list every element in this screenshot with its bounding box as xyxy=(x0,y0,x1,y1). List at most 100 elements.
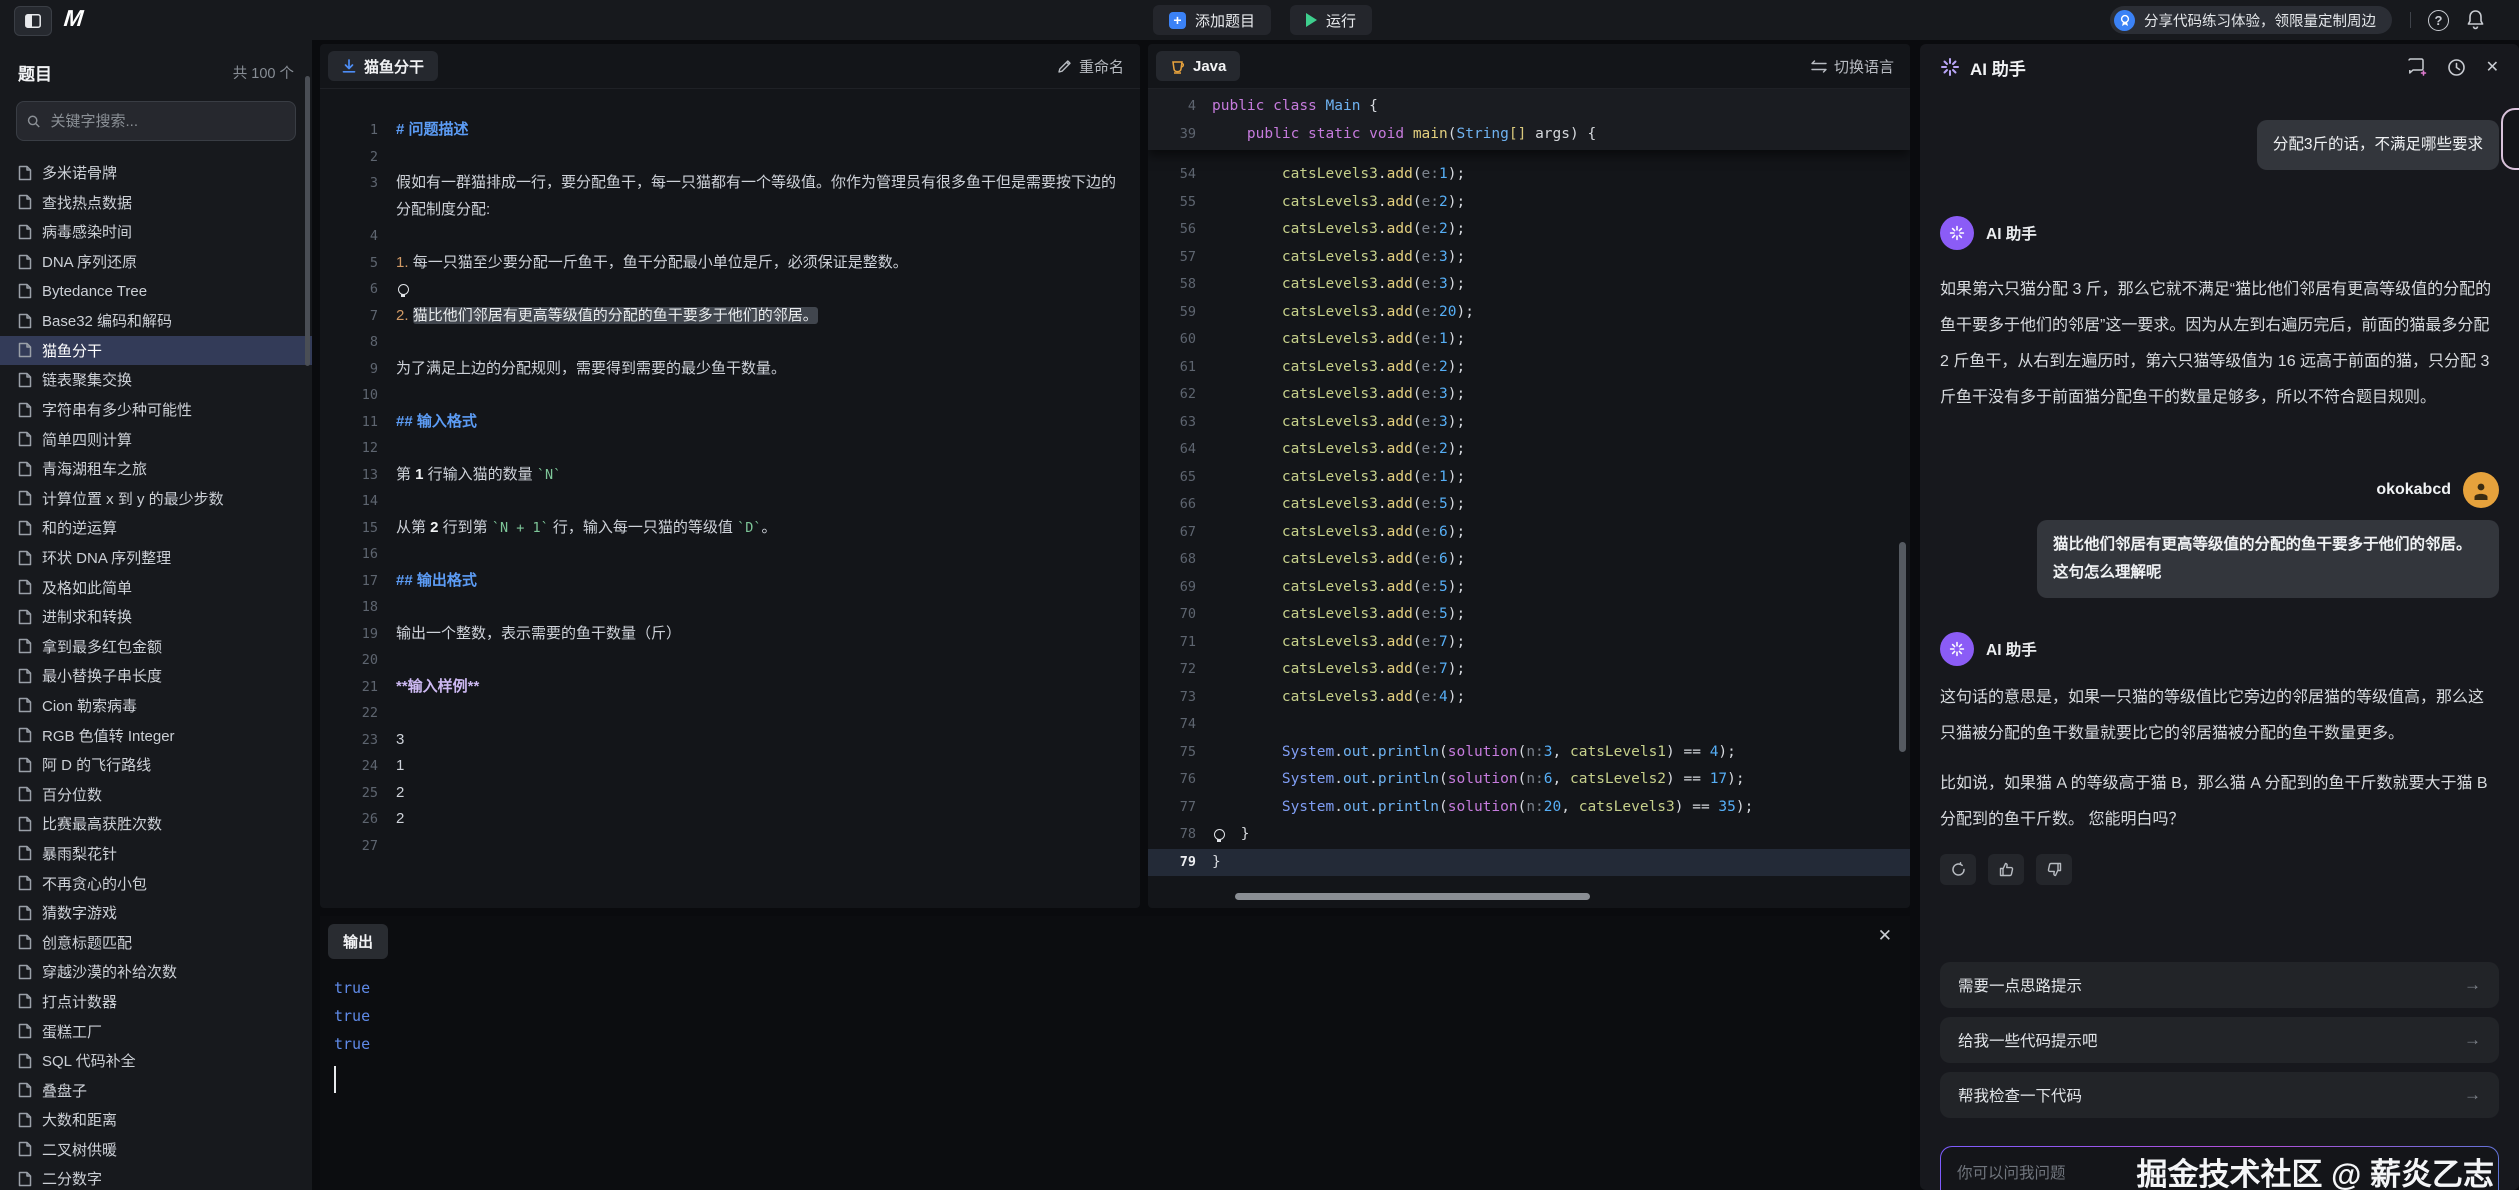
markdown-line[interactable]: 27 xyxy=(320,833,1140,860)
app-logo[interactable]: M xyxy=(63,5,84,32)
code-line[interactable]: 60 catsLevels3.add(e:1); xyxy=(1148,326,1910,354)
code-line[interactable]: 59 catsLevels3.add(e:20); xyxy=(1148,299,1910,327)
code-line[interactable]: 64 catsLevels3.add(e:2); xyxy=(1148,436,1910,464)
problem-tab[interactable]: 猫鱼分干 xyxy=(328,51,438,81)
thumbs-up-button[interactable] xyxy=(1988,854,2024,885)
markdown-line[interactable]: 12 xyxy=(320,435,1140,462)
markdown-line[interactable]: 17 ## 输出格式 xyxy=(320,568,1140,595)
search-box[interactable] xyxy=(16,101,296,141)
code-line[interactable]: 63 catsLevels3.add(e:3); xyxy=(1148,409,1910,437)
code-line[interactable]: 73 catsLevels3.add(e:4); xyxy=(1148,684,1910,712)
problem-list-item[interactable]: 不再贪心的小包 xyxy=(0,868,312,898)
markdown-line[interactable]: 24 1 xyxy=(320,753,1140,780)
markdown-line[interactable]: 26 2 xyxy=(320,806,1140,833)
editor-vertical-scrollbar[interactable] xyxy=(1899,542,1906,752)
markdown-line[interactable]: 13 第 1 行输入猫的数量 `N` xyxy=(320,462,1140,489)
sidebar-scrollbar[interactable] xyxy=(305,76,310,366)
suggestion-chip[interactable]: 需要一点思路提示 → xyxy=(1940,962,2499,1008)
output-tab[interactable]: 输出 xyxy=(328,924,388,959)
problem-list-item[interactable]: 及格如此简单 xyxy=(0,572,312,602)
markdown-line[interactable]: 23 3 xyxy=(320,727,1140,754)
problem-list-item[interactable]: 叠盘子 xyxy=(0,1075,312,1105)
code-line[interactable]: 71 catsLevels3.add(e:7); xyxy=(1148,629,1910,657)
markdown-line[interactable]: 7 2. 猫比他们邻居有更高等级值的分配的鱼干要多于他们的邻居。 xyxy=(320,303,1140,330)
run-button[interactable]: 运行 xyxy=(1290,5,1372,35)
code-line[interactable]: 61 catsLevels3.add(e:2); xyxy=(1148,354,1910,382)
code-line[interactable]: 79 } xyxy=(1148,849,1910,877)
problem-list-item[interactable]: 环状 DNA 序列整理 xyxy=(0,543,312,573)
code-line[interactable]: 78 } xyxy=(1148,821,1910,849)
code-line[interactable]: 58 catsLevels3.add(e:3); xyxy=(1148,271,1910,299)
edge-floating-widget[interactable] xyxy=(2501,108,2519,170)
problem-list-item[interactable]: 拿到最多红包金额 xyxy=(0,632,312,662)
problem-list-item[interactable]: 病毒感染时间 xyxy=(0,217,312,247)
problem-list-item[interactable]: 最小替换子串长度 xyxy=(0,661,312,691)
markdown-line[interactable]: 3 假如有一群猫排成一行，要分配鱼干，每一只猫都有一个等级值。你作为管理员有很多… xyxy=(320,170,1140,223)
code-line[interactable]: 65 catsLevels3.add(e:1); xyxy=(1148,464,1910,492)
markdown-line[interactable]: 4 xyxy=(320,223,1140,250)
rename-button[interactable]: 重命名 xyxy=(1057,56,1124,77)
problem-list-item[interactable]: 百分位数 xyxy=(0,779,312,809)
code-line[interactable]: 74 xyxy=(1148,711,1910,739)
new-chat-icon[interactable] xyxy=(2407,58,2427,76)
markdown-line[interactable]: 18 xyxy=(320,594,1140,621)
problem-list-item[interactable]: 蛋糕工厂 xyxy=(0,1016,312,1046)
problem-list-item[interactable]: 青海湖租车之旅 xyxy=(0,454,312,484)
switch-language-button[interactable]: 切换语言 xyxy=(1811,56,1894,77)
problem-list-item[interactable]: Base32 编码和解码 xyxy=(0,306,312,336)
suggestion-chip[interactable]: 帮我检查一下代码 → xyxy=(1940,1072,2499,1118)
problem-list-item[interactable]: 打点计数器 xyxy=(0,987,312,1017)
problem-list-item[interactable]: 多米诺骨牌 xyxy=(0,158,312,188)
ai-input-box[interactable]: 你可以问我问题 掘金技术社区 @ 薪炎乙志 xyxy=(1940,1146,2499,1190)
code-line[interactable]: 54 catsLevels3.add(e:1); xyxy=(1148,161,1910,189)
markdown-line[interactable]: 20 xyxy=(320,647,1140,674)
markdown-line[interactable]: 22 xyxy=(320,700,1140,727)
problem-list-item[interactable]: DNA 序列还原 xyxy=(0,247,312,277)
problem-list-item[interactable]: 猫鱼分干 xyxy=(0,336,312,366)
code-line[interactable]: 57 catsLevels3.add(e:3); xyxy=(1148,244,1910,272)
code-line[interactable]: 68 catsLevels3.add(e:6); xyxy=(1148,546,1910,574)
markdown-line[interactable]: 10 xyxy=(320,382,1140,409)
code-line[interactable]: 72 catsLevels3.add(e:7); xyxy=(1148,656,1910,684)
problem-list-item[interactable]: 创意标题匹配 xyxy=(0,927,312,957)
code-editor[interactable]: 4 public class Main { 39 public static v… xyxy=(1148,89,1910,908)
problem-list-item[interactable]: 简单四则计算 xyxy=(0,424,312,454)
thumbs-down-button[interactable] xyxy=(2036,854,2072,885)
problem-list-item[interactable]: 二叉树供暖 xyxy=(0,1135,312,1165)
problem-list-item[interactable]: 暴雨梨花针 xyxy=(0,839,312,869)
add-problem-button[interactable]: + 添加题目 xyxy=(1153,5,1271,35)
output-close-icon[interactable]: ✕ xyxy=(1878,926,1892,946)
markdown-line[interactable]: 15 从第 2 行到第 `N + 1` 行，输入每一只猫的等级值 `D`。 xyxy=(320,515,1140,542)
problem-list-item[interactable]: 查找热点数据 xyxy=(0,188,312,218)
problem-list-item[interactable]: 字符串有多少种可能性 xyxy=(0,395,312,425)
markdown-line[interactable]: 6 xyxy=(320,276,1140,303)
markdown-line[interactable]: 19 输出一个整数，表示需要的鱼干数量（斤） xyxy=(320,621,1140,648)
editor-horizontal-scrollbar[interactable] xyxy=(1235,893,1590,900)
help-icon[interactable]: ? xyxy=(2428,10,2449,31)
problem-list-item[interactable]: 二分数字 xyxy=(0,1164,312,1190)
sticky-code-line[interactable]: 39 public static void main(String[] args… xyxy=(1148,121,1910,149)
code-line[interactable]: 75 System.out.println(solution(n:3, cats… xyxy=(1148,739,1910,767)
problem-list-item[interactable]: RGB 色值转 Integer xyxy=(0,720,312,750)
markdown-line[interactable]: 2 xyxy=(320,144,1140,171)
sticky-code-line[interactable]: 4 public class Main { xyxy=(1148,93,1910,121)
code-line[interactable]: 77 System.out.println(solution(n:20, cat… xyxy=(1148,794,1910,822)
code-line[interactable]: 69 catsLevels3.add(e:5); xyxy=(1148,574,1910,602)
search-input[interactable] xyxy=(49,112,285,131)
suggestion-chip[interactable]: 给我一些代码提示吧 → xyxy=(1940,1017,2499,1063)
markdown-line[interactable]: 5 1. 每一只猫至少要分配一斤鱼干，鱼干分配最小单位是斤，必须保证是整数。 xyxy=(320,250,1140,277)
problem-list-item[interactable]: 大数和距离 xyxy=(0,1105,312,1135)
code-line[interactable]: 67 catsLevels3.add(e:6); xyxy=(1148,519,1910,547)
code-line[interactable]: 56 catsLevels3.add(e:2); xyxy=(1148,216,1910,244)
code-line[interactable]: 62 catsLevels3.add(e:3); xyxy=(1148,381,1910,409)
markdown-line[interactable]: 25 2 xyxy=(320,780,1140,807)
problem-list-item[interactable]: 链表聚集交换 xyxy=(0,365,312,395)
ai-panel-close-icon[interactable]: ✕ xyxy=(2486,57,2499,77)
markdown-line[interactable]: 21 **输入样例** xyxy=(320,674,1140,701)
code-line[interactable]: 70 catsLevels3.add(e:5); xyxy=(1148,601,1910,629)
problem-list-item[interactable]: Cion 勒索病毒 xyxy=(0,691,312,721)
code-line[interactable]: 55 catsLevels3.add(e:2); xyxy=(1148,189,1910,217)
sidebar-toggle-button[interactable] xyxy=(14,6,52,36)
problem-list-item[interactable]: Bytedance Tree xyxy=(0,276,312,306)
problem-list-item[interactable]: 阿 D 的飞行路线 xyxy=(0,750,312,780)
